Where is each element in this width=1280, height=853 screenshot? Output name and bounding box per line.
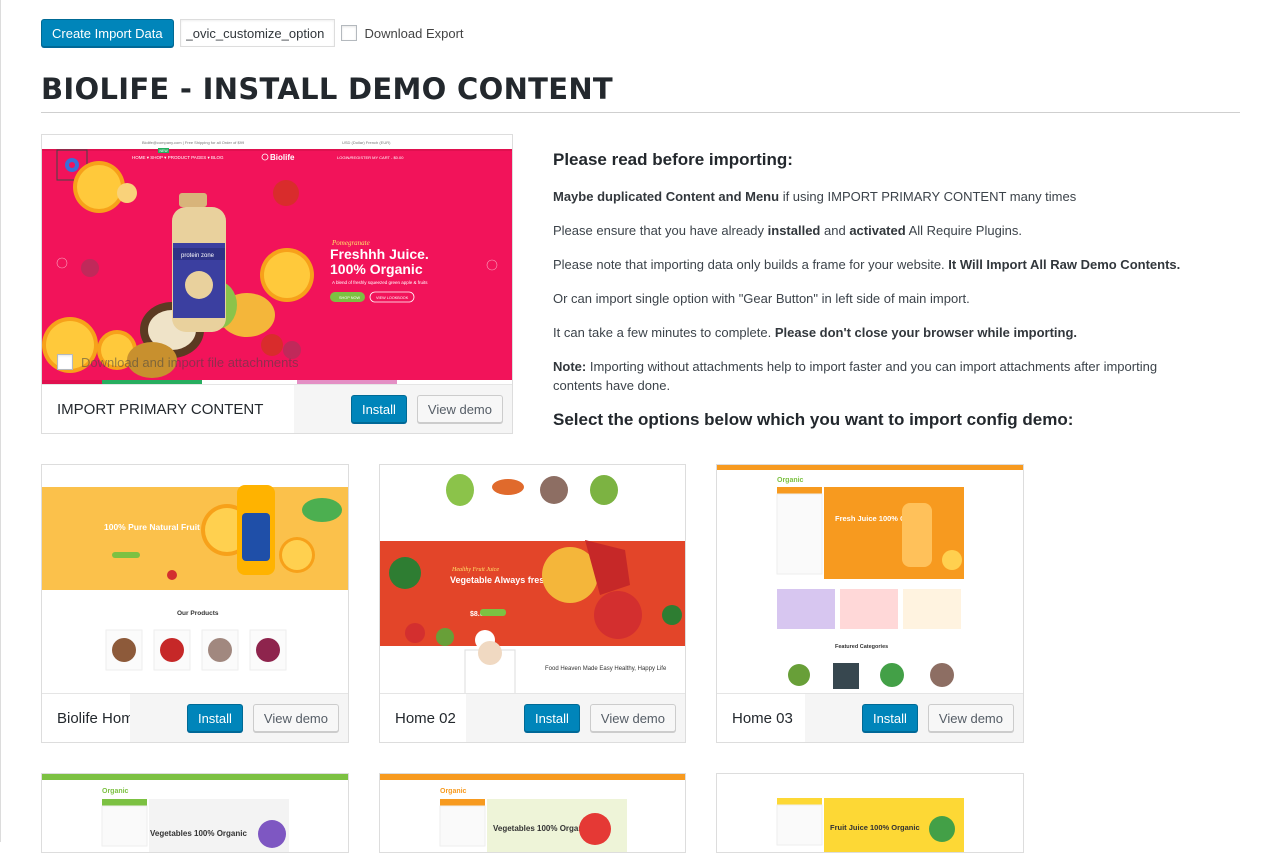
primary-demo-preview: Biolife@company.com | Free Shipping for … [42,135,512,386]
instruction-duplicate: Maybe duplicated Content and Menu if usi… [553,189,1077,204]
biolife-home-preview-image: 100% Pure Natural Fruit Juice Our Produc… [42,465,348,671]
create-import-data-button[interactable]: Create Import Data [41,19,174,47]
instruction-time: It can take a few minutes to complete. P… [553,325,1077,340]
home-02-preview-tag: Healthy Fruit Juice [451,567,499,573]
view-demo-home-02-button[interactable]: View demo [589,704,676,732]
demo-card-footer: Home 03 Install View demo [717,693,1023,742]
home-02-preview-footer: Food Heaven Made Easy Healthy, Happy Lif… [545,666,667,672]
svg-text:USD (Dollar) French (EUR): USD (Dollar) French (EUR) [342,140,391,145]
demo-card-footer: Biolife Home Install View demo [42,693,348,742]
primary-card-actions: Install View demo [350,385,503,433]
home-03-preview-section: Featured Categories [835,644,888,650]
row2-3-preview-image: Fruit Juice 100% Organic [776,798,964,852]
row2-2-preview-logo: Organic [440,788,467,795]
preview-badge: NEW [160,149,169,153]
demo-card-actions: Install View demo [186,694,339,742]
primary-card-footer: IMPORT PRIMARY CONTENT Install View demo [42,384,512,433]
view-demo-biolife-home-button[interactable]: View demo [252,704,339,732]
biolife-home-preview-subtitle: Our Products [177,610,219,617]
svg-text:LOGIN/REGISTER MY CART -: LOGIN/REGISTER MY CART - $0.00 [337,155,404,160]
view-demo-primary-button[interactable]: View demo [416,395,503,423]
demo-card-row2-3: Fruit Juice 100% Organic [716,773,1024,853]
home-02-preview-image: Healthy Fruit Juice Vegetable Always fre… [380,474,685,695]
view-demo-home-03-button[interactable]: View demo [927,704,1014,732]
attachments-option: Download and import file attachments [57,354,299,370]
svg-text:Biolife@company.com | Free S: Biolife@company.com | Free Shipping for … [142,140,245,145]
row2-1-preview-title: Vegetables 100% Organic [150,829,247,838]
demo-card-footer: Home 02 Install View demo [380,693,685,742]
preview-logo: Biolife [270,153,295,162]
demo-name: Biolife Home [42,694,130,742]
hero-headline-2: Freshhh Juice. [330,246,429,262]
instruction-note: Note: Importing without attachments help… [553,359,1158,393]
demo-preview-home-02: Healthy Fruit Juice Vegetable Always fre… [380,465,685,695]
home-02-preview-title: Vegetable Always fresh [450,575,550,585]
primary-preview-image: Biolife@company.com | Free Shipping for … [42,135,512,386]
primary-import-card: Biolife@company.com | Free Shipping for … [41,134,513,434]
admin-sidebar-edge [0,0,1,842]
svg-text:HOME ▾ SHOP ▾ PRODUCT: HOME ▾ SHOP ▾ PRODUCT PAGES ▾ BLOG [132,155,224,160]
demo-preview-biolife-home: 100% Pure Natural Fruit Juice Our Produc… [42,465,348,695]
demo-card-row2-2: Organic Vegetables 100% Organic [379,773,686,853]
hero-view-btn: VIEW LOOKBOOK [376,296,409,300]
bottle-label: protein zone [181,253,215,259]
attachments-checkbox[interactable] [57,354,73,370]
demo-card-actions: Install View demo [523,694,676,742]
demo-card-home-03: Organic Fresh Juice 100% Organic Feature… [716,464,1024,743]
export-toolbar: Create Import Data Download Export [41,19,464,47]
hero-tagline: A blend of freshly squeezed green apple … [332,280,428,285]
instruction-frame: Please note that importing data only bui… [553,257,1181,272]
row2-1-preview-logo: Organic [102,788,129,795]
import-instructions: Please read before importing: Maybe dupl… [553,150,1193,447]
row2-1-preview-image: Organic Vegetables 100% Organic [42,774,348,852]
instructions-heading: Please read before importing: [553,150,793,169]
install-home-02-button[interactable]: Install [523,704,580,732]
download-export-checkbox[interactable] [340,25,357,41]
install-biolife-home-button[interactable]: Install [186,704,243,732]
row2-3-preview-title: Fruit Juice 100% Organic [830,823,920,832]
hero-shop-btn: SHOP NOW [339,296,360,300]
primary-card-name: IMPORT PRIMARY CONTENT [42,385,294,433]
demo-name: Home 02 [380,694,466,742]
demo-card-actions: Install View demo [861,694,1014,742]
row2-2-preview-title: Vegetables 100% Organic [493,824,590,833]
option-name-input[interactable] [179,19,335,47]
row2-2-preview-image: Organic Vegetables 100% Organic [380,774,685,852]
demo-preview-home-03: Organic Fresh Juice 100% Organic Feature… [717,465,1023,695]
demo-card-row2-1: Organic Vegetables 100% Organic [41,773,349,853]
title-divider [41,112,1240,113]
instruction-plugins: Please ensure that you have already inst… [553,223,1023,238]
page-title: BIOLIFE - INSTALL DEMO CONTENT [41,72,613,106]
demo-card-biolife-home: 100% Pure Natural Fruit Juice Our Produc… [41,464,349,743]
attachments-label[interactable]: Download and import file attachments [81,355,299,370]
home-03-preview-image: Organic Fresh Juice 100% Organic Feature… [717,465,1023,689]
home-03-preview-logo: Organic [777,477,804,484]
install-home-03-button[interactable]: Install [861,704,918,732]
demo-name: Home 03 [717,694,805,742]
download-export-label[interactable]: Download Export [365,26,464,41]
hero-headline-3: 100% Organic [330,261,423,277]
demo-card-home-02: Healthy Fruit Juice Vegetable Always fre… [379,464,686,743]
install-primary-button[interactable]: Install [350,395,407,423]
instruction-gear: Or can import single option with "Gear B… [553,291,970,306]
select-options-heading: Select the options below which you want … [553,410,1074,429]
